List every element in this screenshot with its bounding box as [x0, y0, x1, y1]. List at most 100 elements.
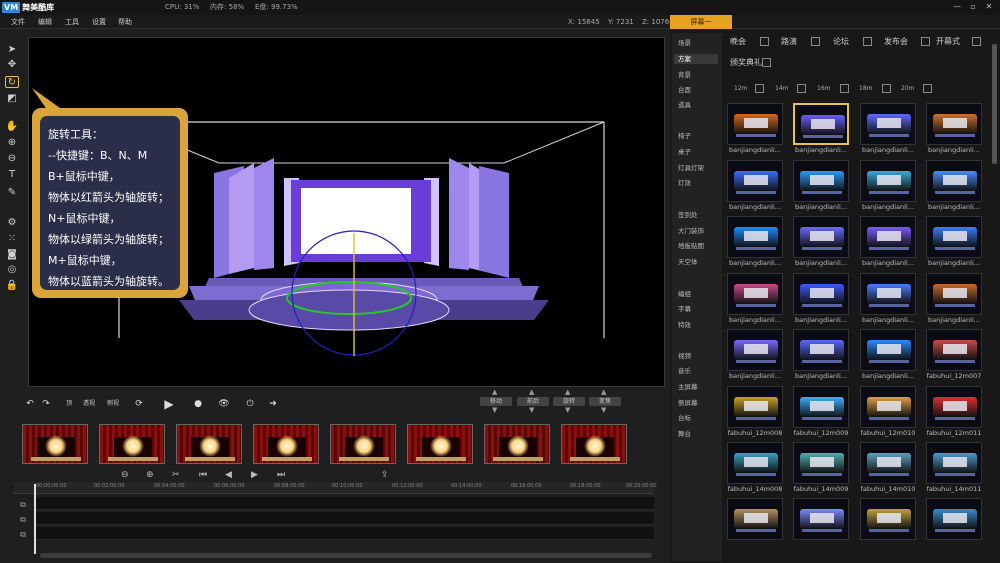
lock-icon[interactable]: 🔒	[5, 280, 19, 292]
keyframe-thumb[interactable]	[561, 424, 627, 464]
asset-thumbnail[interactable]	[727, 273, 783, 315]
first-frame-icon[interactable]: ⏮	[199, 469, 207, 481]
select-arrow-icon[interactable]: ➤	[5, 44, 19, 56]
filter-checkbox[interactable]	[811, 37, 820, 46]
size-checkbox[interactable]	[755, 84, 764, 93]
size-checkbox[interactable]	[923, 84, 932, 93]
category-item[interactable]: 签到处	[678, 210, 698, 220]
restore-button[interactable]: ▫	[966, 1, 980, 13]
move-pad[interactable]: ▲ 移动 ▼	[480, 388, 512, 415]
asset-thumbnail[interactable]	[793, 103, 849, 145]
menu-file[interactable]: 文件	[11, 17, 25, 27]
close-button[interactable]: ✕	[982, 1, 996, 13]
asset-scrollbar[interactable]	[992, 44, 997, 164]
target-icon[interactable]: ◎	[5, 264, 19, 276]
asset-thumbnail[interactable]	[860, 498, 916, 540]
asset-thumbnail[interactable]	[860, 442, 916, 484]
asset-thumbnail[interactable]	[926, 273, 982, 315]
asset-thumbnail[interactable]	[793, 160, 849, 202]
size-checkbox[interactable]	[882, 84, 891, 93]
category-item[interactable]: 灯具灯架	[678, 163, 704, 173]
timeline-zoom-out-icon[interactable]: ⊖	[121, 469, 129, 481]
category-item[interactable]: 场景	[678, 38, 691, 48]
view-top-button[interactable]: 顶	[66, 399, 72, 409]
rotate-icon[interactable]: ↻	[5, 76, 19, 88]
keyframe-thumb[interactable]	[253, 424, 319, 464]
keyframe-thumb[interactable]	[484, 424, 550, 464]
category-item[interactable]: 视频	[678, 351, 691, 361]
asset-thumbnail[interactable]	[926, 498, 982, 540]
category-item[interactable]: 天空体	[678, 257, 698, 267]
asset-thumbnail[interactable]	[860, 103, 916, 145]
category-item[interactable]: 背景	[678, 70, 691, 80]
record-icon[interactable]: ●	[192, 397, 204, 411]
category-item[interactable]: 编组	[678, 289, 691, 299]
power-icon[interactable]: ⏻	[243, 397, 257, 411]
category-item[interactable]: 道具	[678, 100, 691, 110]
forward-back-pad[interactable]: ▲ 前后 ▼	[517, 388, 549, 415]
last-frame-icon[interactable]: ⏭	[277, 469, 285, 481]
timeline-track[interactable]	[34, 497, 654, 510]
filter-checkbox[interactable]	[863, 37, 872, 46]
scale-icon[interactable]: ◩	[5, 93, 19, 105]
keyframe-thumb[interactable]	[22, 424, 88, 464]
asset-thumbnail[interactable]	[860, 160, 916, 202]
category-item[interactable]: 音乐	[678, 366, 691, 376]
asset-thumbnail[interactable]	[727, 216, 783, 258]
asset-thumbnail[interactable]	[926, 216, 982, 258]
timeline-scrollbar[interactable]	[40, 553, 652, 558]
asset-thumbnail[interactable]	[860, 273, 916, 315]
track-light-icon[interactable]: ⧉	[15, 530, 31, 542]
asset-thumbnail[interactable]	[860, 386, 916, 428]
category-item[interactable]: 侧屏幕	[678, 398, 698, 408]
asset-thumbnail[interactable]	[926, 103, 982, 145]
asset-thumbnail[interactable]	[793, 273, 849, 315]
undo-icon[interactable]: ↶	[24, 397, 36, 411]
grid-icon[interactable]: ⁙	[5, 233, 19, 245]
filter-checkbox[interactable]	[921, 37, 930, 46]
keyframe-thumb[interactable]	[176, 424, 242, 464]
asset-thumbnail[interactable]	[860, 329, 916, 371]
move-icon[interactable]: ✥	[5, 59, 19, 71]
asset-thumbnail[interactable]	[727, 386, 783, 428]
playhead[interactable]	[34, 484, 36, 554]
asset-thumbnail[interactable]	[727, 498, 783, 540]
timeline-ruler[interactable]: 00:00:00:00 00:02:00:00 00:04:00:00 00:0…	[14, 482, 657, 494]
minimize-button[interactable]: —	[950, 1, 964, 13]
zoom-out-icon[interactable]: ⊖	[5, 153, 19, 165]
asset-thumbnail[interactable]	[793, 386, 849, 428]
eye-icon[interactable]: 👁	[216, 397, 232, 411]
category-item[interactable]: 地板贴图	[678, 241, 704, 251]
text-icon[interactable]: T	[5, 169, 19, 181]
camera-icon[interactable]: ◙	[5, 249, 19, 261]
view-side-button[interactable]: 侧视	[107, 399, 119, 409]
export-icon[interactable]: ⇪	[381, 469, 389, 481]
category-item[interactable]: 灯效	[678, 178, 691, 188]
category-item[interactable]: 字幕	[678, 304, 691, 314]
asset-thumbnail[interactable]	[727, 442, 783, 484]
asset-thumbnail[interactable]	[793, 442, 849, 484]
asset-thumbnail[interactable]	[926, 386, 982, 428]
size-checkbox[interactable]	[840, 84, 849, 93]
track-object-icon[interactable]: ⧉	[15, 515, 31, 527]
menu-edit[interactable]: 编辑	[38, 17, 52, 27]
category-item[interactable]: 椅子	[678, 131, 691, 141]
category-item[interactable]: 舞台	[678, 429, 691, 439]
menu-tools[interactable]: 工具	[65, 17, 79, 27]
category-item-selected[interactable]: 方案	[674, 54, 718, 64]
screen-tab[interactable]: 屏幕一	[670, 15, 732, 29]
hand-icon[interactable]: ✋	[5, 121, 19, 133]
size-checkbox[interactable]	[797, 84, 806, 93]
category-item[interactable]: 特效	[678, 320, 691, 330]
category-item[interactable]: 主屏幕	[678, 382, 698, 392]
zoom-in-icon[interactable]: ⊕	[5, 137, 19, 149]
asset-thumbnail[interactable]	[727, 103, 783, 145]
asset-thumbnail[interactable]	[860, 216, 916, 258]
view-perspective-button[interactable]: 透视	[83, 399, 95, 409]
step-forward-icon[interactable]: ▶	[251, 469, 258, 481]
settings-icon[interactable]: ⚙	[5, 217, 19, 229]
category-item[interactable]: 台标	[678, 413, 691, 423]
asset-thumbnail[interactable]	[793, 498, 849, 540]
asset-thumbnail[interactable]	[727, 160, 783, 202]
cut-icon[interactable]: ✂	[172, 469, 180, 481]
